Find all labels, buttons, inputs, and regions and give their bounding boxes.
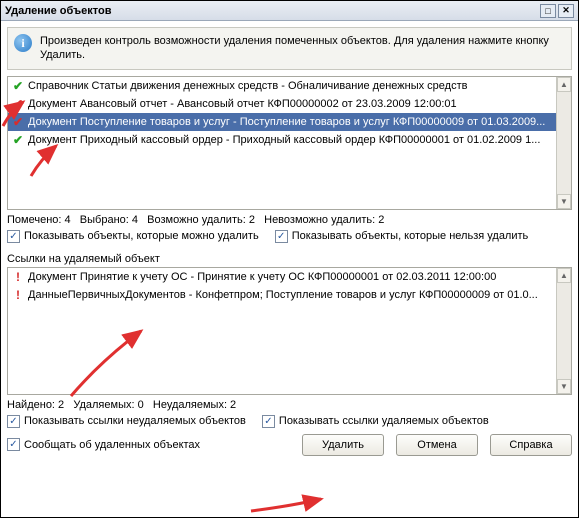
report-deleted-checkbox[interactable]: ✓ Сообщать об удаленных объектах — [7, 438, 200, 451]
show-nondeletable-refs-checkbox[interactable]: ✓ Показывать ссылки неудаляемых объектов — [7, 415, 246, 428]
references-label: Ссылки на удаляемый объект — [7, 249, 572, 267]
cancel-button[interactable]: Отмена — [396, 434, 478, 456]
close-button[interactable]: ✕ — [558, 4, 574, 18]
info-box: i Произведен контроль возможности удален… — [7, 27, 572, 70]
cannot-delete-count: Невозможно удалить: 2 — [264, 214, 384, 226]
checkbox-label: Показывать объекты, которые можно удалит… — [24, 230, 259, 242]
info-icon: i — [14, 34, 32, 52]
found-count: Найдено: 2 — [7, 399, 64, 411]
check-fail-icon: ✔ — [12, 115, 24, 129]
delete-button[interactable]: Удалить — [302, 434, 384, 456]
nondeletable-refs-count: Неудаляемых: 2 — [153, 399, 236, 411]
deletable-refs-count: Удаляемых: 0 — [73, 399, 143, 411]
can-delete-count: Возможно удалить: 2 — [147, 214, 255, 226]
check-ok-icon: ✔ — [12, 79, 24, 93]
scrollbar[interactable]: ▲ ▼ — [556, 77, 571, 209]
list-item[interactable]: ✔ Документ Приходный кассовый ордер - При… — [8, 131, 571, 149]
scrollbar[interactable]: ▲ ▼ — [556, 268, 571, 394]
list-item-label: Справочник Статьи движения денежных сред… — [28, 80, 467, 92]
list-item-label: Документ Принятие к учету ОС - Принятие … — [28, 271, 496, 283]
checkbox-box: ✓ — [7, 230, 20, 243]
selected-count: Выбрано: 4 — [80, 214, 138, 226]
checkbox-row-top: ✓ Показывать объекты, которые можно удал… — [7, 228, 572, 249]
list-item-label: ДанныеПервичныхДокументов - Конфетпром; … — [28, 289, 538, 301]
show-nondeletable-checkbox[interactable]: ✓ Показывать объекты, которые нельзя уда… — [275, 230, 529, 243]
list-item[interactable]: ✔ Документ Авансовый отчет - Авансовый от… — [8, 95, 571, 113]
checkbox-box: ✓ — [7, 415, 20, 428]
status-line-top: Помечено: 4 Выбрано: 4 Возможно удалить:… — [7, 210, 572, 228]
warning-icon: ! — [12, 288, 24, 302]
content: i Произведен контроль возможности удален… — [1, 21, 578, 517]
objects-list[interactable]: ✔ Справочник Статьи движения денежных сре… — [7, 76, 572, 210]
list-item-label: Документ Поступление товаров и услуг - П… — [28, 116, 545, 128]
list-item[interactable]: ! Документ Принятие к учету ОС - Принятие… — [8, 268, 571, 286]
help-button[interactable]: Справка — [490, 434, 572, 456]
marked-count: Помечено: 4 — [7, 214, 71, 226]
show-deletable-refs-checkbox[interactable]: ✓ Показывать ссылки удаляемых объектов — [262, 415, 489, 428]
scroll-down-button[interactable]: ▼ — [557, 194, 571, 209]
checkbox-label: Показывать объекты, которые нельзя удали… — [292, 230, 529, 242]
checkbox-label: Показывать ссылки неудаляемых объектов — [24, 415, 246, 427]
checkbox-row-bottom: ✓ Показывать ссылки неудаляемых объектов… — [7, 413, 572, 434]
list-item[interactable]: ✔ Документ Поступление товаров и услуг - … — [8, 113, 571, 131]
maximize-button[interactable]: □ — [540, 4, 556, 18]
list-item-label: Документ Авансовый отчет - Авансовый отч… — [28, 98, 457, 110]
titlebar: Удаление объектов □ ✕ — [1, 1, 578, 21]
checkbox-label: Показывать ссылки удаляемых объектов — [279, 415, 489, 427]
bottom-row: ✓ Сообщать об удаленных объектах Удалить… — [7, 434, 572, 456]
references-list[interactable]: ! Документ Принятие к учету ОС - Принятие… — [7, 267, 572, 395]
checkbox-box: ✓ — [275, 230, 288, 243]
scroll-up-button[interactable]: ▲ — [557, 268, 571, 283]
status-line-bottom: Найдено: 2 Удаляемых: 0 Неудаляемых: 2 — [7, 395, 572, 413]
checkbox-label: Сообщать об удаленных объектах — [24, 439, 200, 451]
scroll-up-button[interactable]: ▲ — [557, 77, 571, 92]
window-title: Удаление объектов — [5, 5, 538, 17]
info-text: Произведен контроль возможности удаления… — [40, 34, 565, 63]
checkbox-box: ✓ — [262, 415, 275, 428]
scroll-down-button[interactable]: ▼ — [557, 379, 571, 394]
list-item-label: Документ Приходный кассовый ордер - Прих… — [28, 134, 540, 146]
warning-icon: ! — [12, 270, 24, 284]
check-ok-icon: ✔ — [12, 133, 24, 147]
checkbox-box: ✓ — [7, 438, 20, 451]
list-item[interactable]: ✔ Справочник Статьи движения денежных сре… — [8, 77, 571, 95]
list-item[interactable]: ! ДанныеПервичныхДокументов - Конфетпром;… — [8, 286, 571, 304]
check-fail-icon: ✔ — [12, 97, 24, 111]
show-deletable-checkbox[interactable]: ✓ Показывать объекты, которые можно удал… — [7, 230, 259, 243]
